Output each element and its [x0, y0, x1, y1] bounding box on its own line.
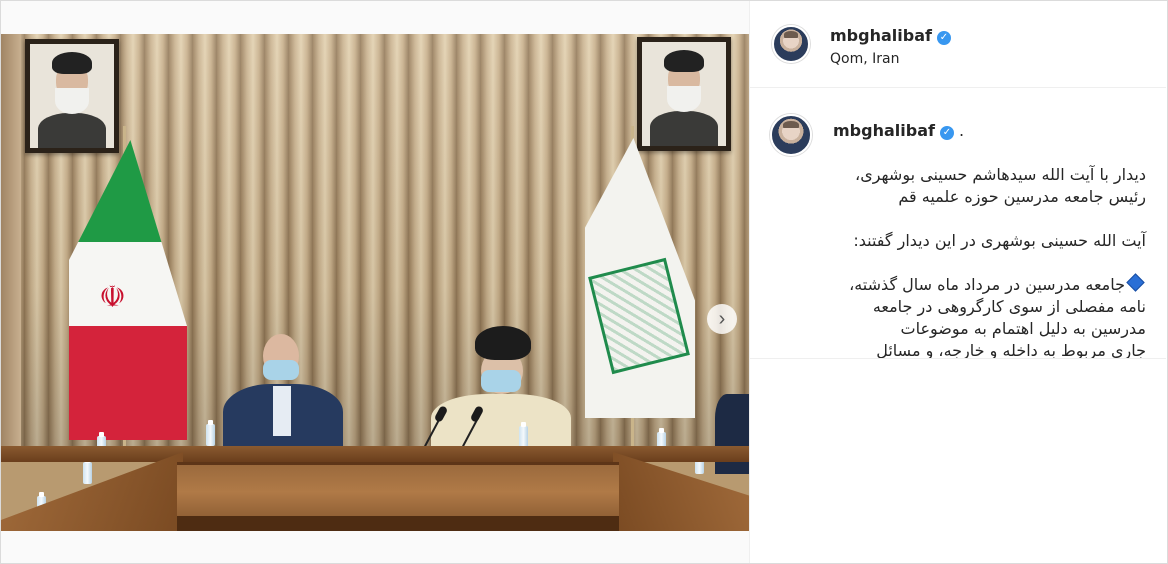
author-username[interactable]: mbghalibaf ✓	[830, 26, 951, 45]
person-right-edge	[705, 394, 749, 474]
post-header: mbghalibaf ✓ Qom, Iran	[750, 1, 1166, 88]
caption-avatar[interactable]	[770, 114, 812, 156]
caption-line: نامه مفصلی از سوی کارگروهی در جامعه	[872, 297, 1146, 316]
caption-line: جامعه مدرسین در مرداد ماه سال گذشته،	[849, 275, 1125, 294]
conference-table-front	[177, 462, 619, 519]
carousel-next-button[interactable]: ›	[707, 304, 737, 334]
caption-separator: .	[958, 121, 965, 140]
person-center	[431, 326, 571, 454]
blue-diamond-icon	[1126, 273, 1145, 292]
water-bottle	[519, 422, 528, 448]
person-left	[223, 334, 343, 454]
portrait-frame-left	[25, 39, 119, 153]
author-avatar[interactable]	[772, 25, 810, 63]
caption-line: رئیس جامعه مدرسین حوزه علمیه قم	[898, 187, 1146, 206]
caption-line: جاری مربوط به داخله و خارجه، و مسائل	[876, 341, 1146, 358]
post-photo[interactable]: ☫ ›	[1, 34, 749, 531]
water-bottle	[83, 458, 92, 484]
username-text[interactable]: mbghalibaf	[830, 26, 932, 45]
water-bottle	[206, 420, 215, 446]
caption-text: دیدار با آیت الله سیدهاشم حسینی بوشهری، …	[790, 164, 1146, 358]
post-location[interactable]: Qom, Iran	[830, 51, 899, 67]
caption-line: مدرسین به دلیل اهتمام به موضوعات	[900, 319, 1146, 338]
caption-line: آیت الله حسینی بوشهری در این دیدار گفتند…	[853, 231, 1146, 250]
wall-edge	[1, 34, 21, 454]
caption-section: mbghalibaf ✓. دیدار با آیت الله سیدهاشم ح…	[750, 88, 1166, 358]
verified-badge-icon: ✓	[939, 126, 954, 140]
media-padding-top	[1, 1, 749, 34]
conference-table-left	[1, 452, 183, 531]
iran-emblem-icon: ☫	[99, 280, 126, 315]
caption-divider	[750, 358, 1166, 359]
caption-username[interactable]: mbghalibaf ✓.	[833, 121, 964, 140]
conference-table-top	[1, 446, 749, 462]
media-padding-bottom	[1, 531, 749, 563]
under-table-shadow	[177, 516, 619, 531]
portrait-frame-right	[637, 37, 731, 151]
chevron-right-icon: ›	[718, 307, 726, 330]
caption-line: دیدار با آیت الله سیدهاشم حسینی بوشهری،	[855, 165, 1146, 184]
verified-badge-icon: ✓	[936, 31, 951, 45]
caption-username-text[interactable]: mbghalibaf	[833, 121, 935, 140]
